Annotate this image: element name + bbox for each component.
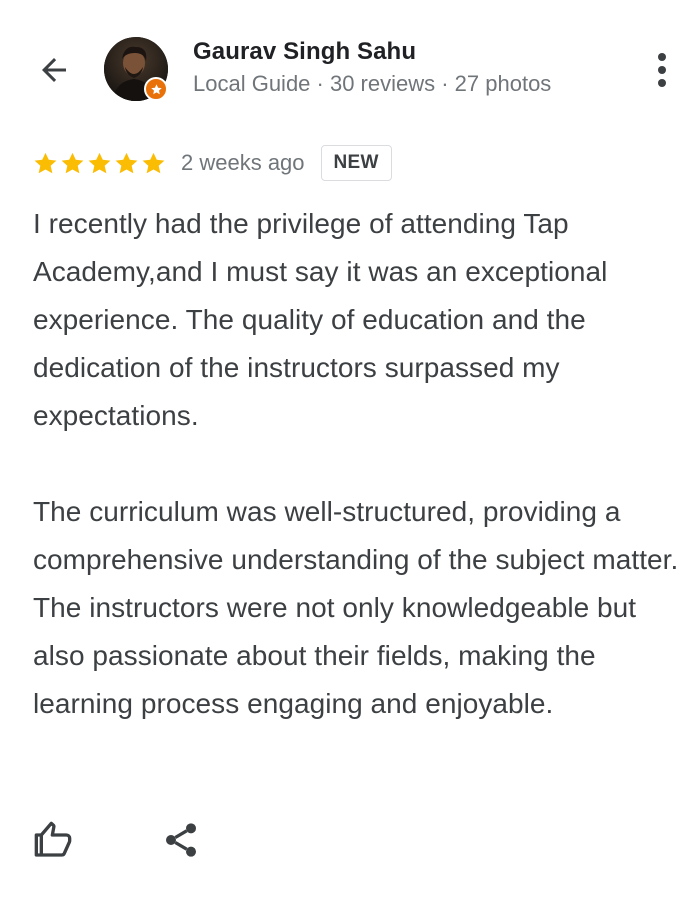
star-icon — [34, 152, 57, 173]
review-time: 2 weeks ago — [181, 150, 305, 175]
new-badge: NEW — [320, 145, 392, 181]
thumbs-up-icon — [34, 821, 72, 857]
star-icon — [61, 152, 84, 173]
review-paragraph: I recently had the privilege of attendin… — [33, 208, 608, 431]
rating-row: 2 weeks ago NEW — [32, 142, 392, 184]
like-button[interactable] — [28, 815, 78, 865]
review-text: I recently had the privilege of attendin… — [33, 200, 683, 728]
star-icon — [142, 152, 165, 173]
share-icon — [166, 823, 196, 857]
star-badge-icon — [150, 83, 162, 94]
share-button[interactable] — [156, 815, 206, 865]
review-paragraph: The curriculum was well-structured, prov… — [33, 496, 679, 719]
local-guide-badge — [144, 77, 168, 101]
reviewer-meta: Local Guide · 30 reviews · 27 photos — [193, 71, 552, 96]
more-options-button[interactable] — [640, 48, 684, 92]
review-header: Gaurav Singh Sahu Local Guide · 30 revie… — [0, 0, 691, 130]
reviewer-avatar-wrap — [104, 37, 168, 101]
reviewer-name[interactable]: Gaurav Singh Sahu — [193, 38, 416, 66]
arrow-back-icon — [42, 58, 66, 82]
more-vert-icon — [658, 53, 666, 87]
review-actions — [28, 815, 206, 865]
star-icon — [115, 152, 138, 173]
star-rating — [32, 150, 167, 177]
star-icon — [88, 152, 111, 173]
back-button[interactable] — [30, 46, 78, 94]
